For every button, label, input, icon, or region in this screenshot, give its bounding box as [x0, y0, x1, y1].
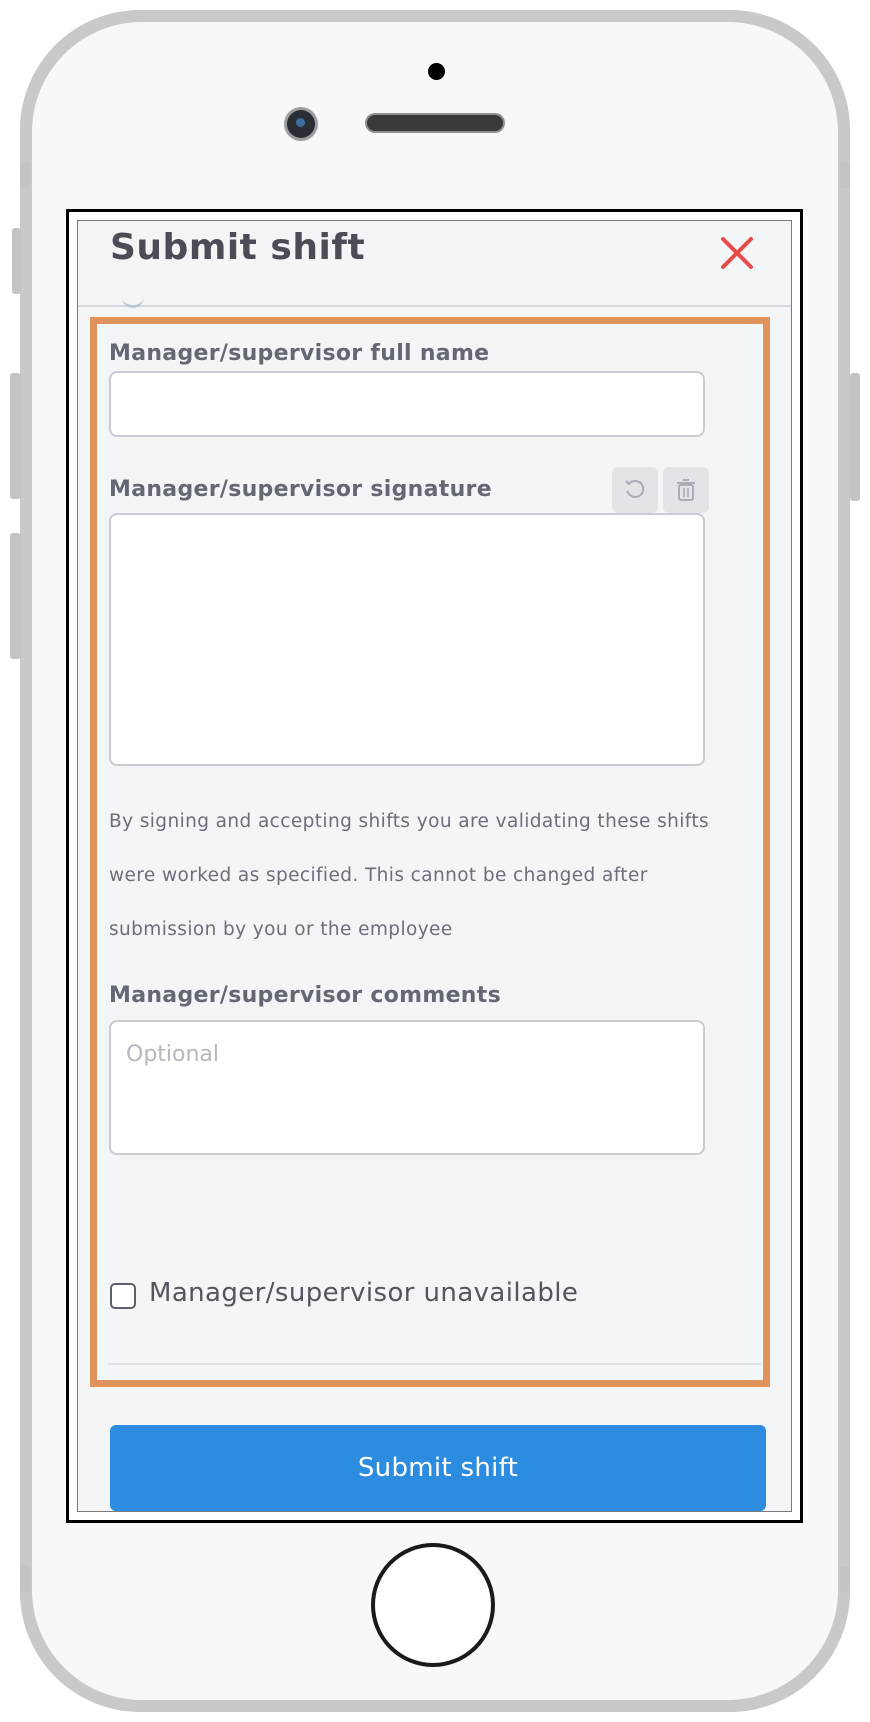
trash-icon	[677, 479, 695, 501]
name-input[interactable]	[109, 371, 705, 437]
earpiece-speaker	[367, 115, 503, 131]
undo-icon	[625, 480, 645, 498]
modal-header: Submit shift	[78, 221, 791, 308]
name-label: Manager/supervisor full name	[109, 341, 490, 366]
radio-icon-partial	[122, 293, 144, 308]
signature-disclaimer: By signing and accepting shifts you are …	[109, 811, 710, 940]
unavailable-checkbox[interactable]	[110, 1283, 136, 1309]
undo-signature-button[interactable]	[612, 467, 658, 513]
phone-band-right-bottom	[840, 1566, 850, 1592]
phone-band-left-bottom	[20, 1566, 30, 1592]
front-sensor	[428, 63, 445, 80]
unavailable-label[interactable]: Manager/supervisor unavailable	[149, 1278, 578, 1308]
close-icon[interactable]	[717, 233, 757, 273]
phone-power-button	[850, 373, 860, 501]
phone-band-left-top	[20, 162, 30, 188]
submit-shift-modal: Submit shift Manager/supervisor full nam…	[77, 220, 792, 1512]
modal-title: Submit shift	[110, 227, 366, 268]
phone-volume-up	[10, 373, 21, 499]
form-divider	[108, 1363, 761, 1365]
comments-textarea[interactable]: Optional	[109, 1020, 705, 1155]
screen: Submit shift Manager/supervisor full nam…	[66, 209, 803, 1523]
comments-placeholder: Optional	[126, 1042, 220, 1067]
signature-label: Manager/supervisor signature	[109, 477, 492, 502]
comments-label: Manager/supervisor comments	[109, 983, 501, 1008]
front-camera	[287, 110, 315, 138]
phone-band-right-top	[840, 162, 850, 188]
signature-pad[interactable]	[109, 513, 705, 766]
submit-shift-button[interactable]: Submit shift	[110, 1425, 766, 1511]
home-button[interactable]	[371, 1543, 495, 1667]
phone-volume-down	[10, 533, 21, 659]
clear-signature-button[interactable]	[663, 467, 709, 513]
phone-silent-switch	[12, 228, 21, 294]
